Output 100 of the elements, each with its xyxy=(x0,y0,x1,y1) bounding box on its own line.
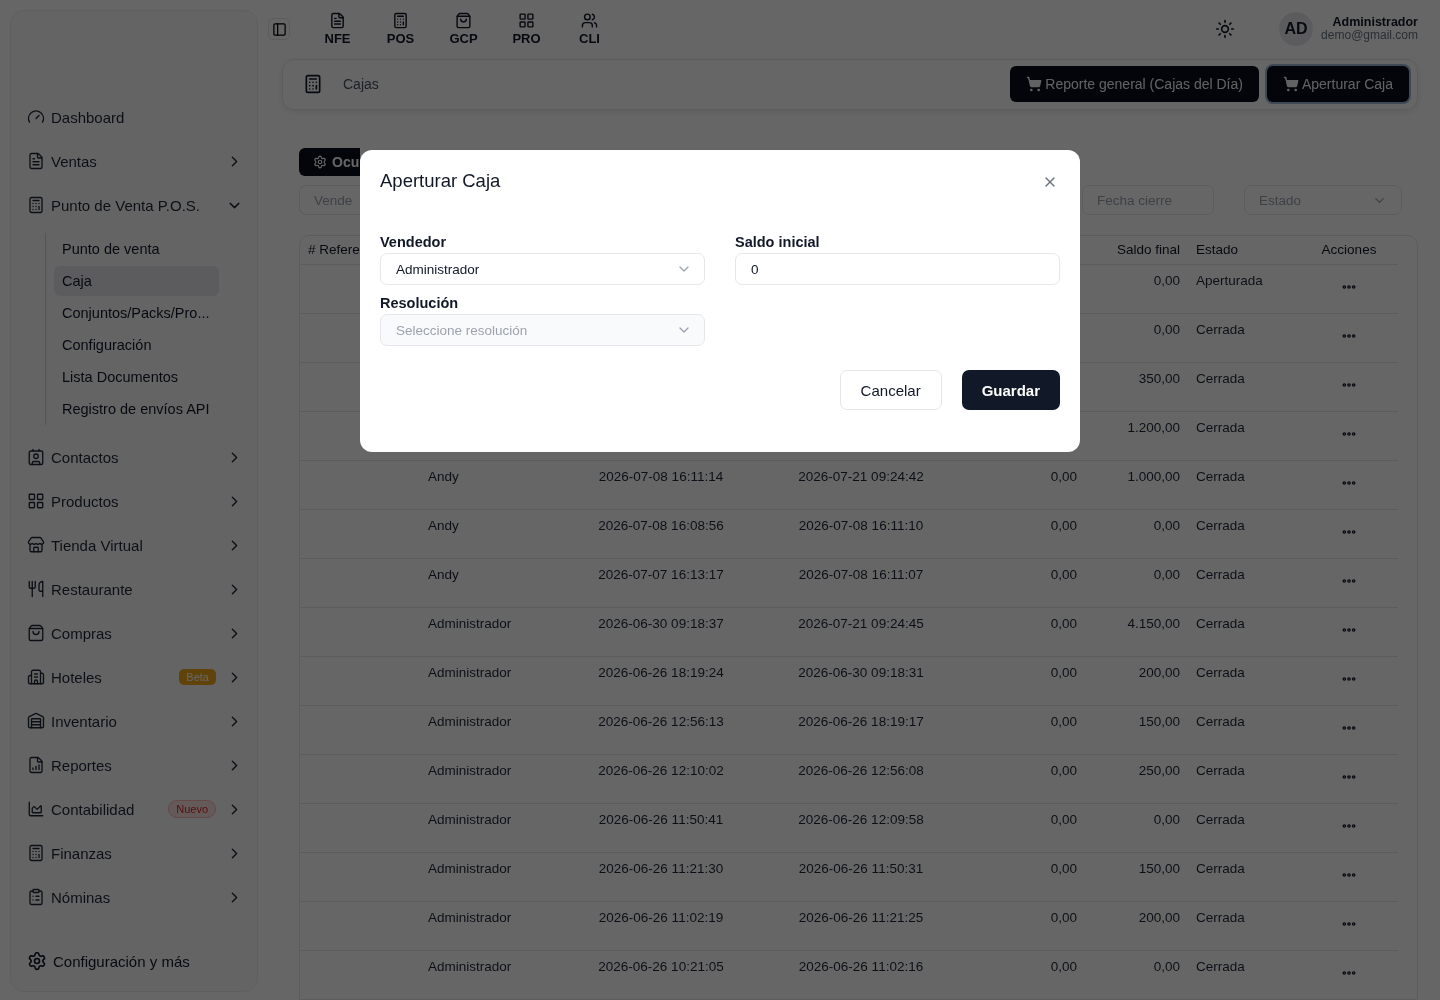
table-cell: 2026-06-26 11:21:25 xyxy=(762,901,960,950)
table-cell: 350,00 xyxy=(1085,362,1188,411)
table-cell: 2026-06-26 11:21:30 xyxy=(560,852,762,901)
filter-toggle-button[interactable]: Ocu xyxy=(299,148,360,176)
sidebar-toggle-button[interactable] xyxy=(268,18,290,41)
field-label: Vendedor xyxy=(380,234,448,250)
table-cell: Cerrada xyxy=(1188,509,1300,558)
table-cell: 0,00 xyxy=(960,558,1085,607)
sidebar-item[interactable]: Inventario xyxy=(27,699,243,743)
sidebar-item[interactable]: Contactos xyxy=(27,435,243,479)
table-cell: Andy xyxy=(420,509,560,558)
grid-icon xyxy=(27,492,45,510)
user-email: demo@gmail.com xyxy=(1321,29,1418,43)
table-cell: 1.000,00 xyxy=(1085,460,1188,509)
table-cell: Administrador xyxy=(420,705,560,754)
table-cell: 0,00 xyxy=(1085,558,1188,607)
table-cell: 0,00 xyxy=(1085,509,1188,558)
table-cell: 2026-07-07 16:13:17 xyxy=(560,558,762,607)
table-cell: Cerrada xyxy=(1188,607,1300,656)
select-field[interactable]: Administrador xyxy=(380,253,705,285)
field-label: Saldo inicial xyxy=(735,234,821,250)
column-header: # Refere xyxy=(308,242,360,257)
user-name: Administrador xyxy=(1332,16,1418,30)
grid-icon xyxy=(518,12,535,30)
field-label: Resolución xyxy=(380,295,460,311)
table-cell: Administrador xyxy=(420,852,560,901)
sidebar-item[interactable]: Hoteles Beta xyxy=(27,655,243,699)
table-cell: 0,00 xyxy=(960,754,1085,803)
table-cell: 2026-07-08 16:11:10 xyxy=(762,509,960,558)
settings-link[interactable]: Configuración y más xyxy=(11,951,257,991)
calculator-icon xyxy=(27,844,45,862)
table-cell: 200,00 xyxy=(1085,901,1188,950)
sidebar-item[interactable]: Contabilidad Nuevo xyxy=(27,787,243,831)
table-cell: 250,00 xyxy=(1085,754,1188,803)
document-icon xyxy=(27,152,45,170)
save-button[interactable]: Guardar xyxy=(961,370,1060,410)
store-icon xyxy=(27,536,45,554)
table-cell: 0,00 xyxy=(960,950,1085,999)
cart-icon xyxy=(1026,76,1043,93)
table-cell: 4.150,00 xyxy=(1085,607,1188,656)
table-cell: 2026-06-26 12:56:08 xyxy=(762,754,960,803)
sidebar-item[interactable]: Productos xyxy=(27,479,243,523)
table-cell: 0,00 xyxy=(1085,950,1188,999)
sidebar-item[interactable]: Finanzas xyxy=(27,831,243,875)
table-cell: 2026-06-26 18:19:17 xyxy=(762,705,960,754)
clipboard-icon xyxy=(27,888,45,906)
sidebar-item[interactable]: Punto de Venta P.O.S. xyxy=(27,183,243,227)
avatar[interactable]: AD xyxy=(1279,12,1314,47)
table-cell: 0,00 xyxy=(960,509,1085,558)
sidebar-item[interactable]: Compras xyxy=(27,611,243,655)
table-cell: 2026-07-21 09:24:45 xyxy=(762,607,960,656)
submenu-item[interactable]: Conjuntos/Packs/Pro... xyxy=(54,298,219,328)
action-button[interactable]: Aperturar Caja xyxy=(1266,66,1409,103)
submenu-item[interactable]: Lista Documentos xyxy=(54,362,219,392)
table-cell: Cerrada xyxy=(1188,411,1300,460)
table-cell: 2026-07-08 16:08:56 xyxy=(560,509,762,558)
sidebar-item[interactable]: Tienda Virtual xyxy=(27,523,243,567)
badge: Nuevo xyxy=(168,800,216,818)
table-cell: 200,00 xyxy=(1085,656,1188,705)
table-cell: Administrador xyxy=(420,803,560,852)
panel-icon xyxy=(271,21,287,37)
contact-icon xyxy=(27,448,45,466)
register-icon xyxy=(303,74,323,95)
register-icon xyxy=(392,12,409,30)
table-cell: 0,00 xyxy=(960,460,1085,509)
action-button[interactable]: Reporte general (Cajas del Día) xyxy=(1010,66,1259,103)
sidebar-item[interactable]: Reportes xyxy=(27,743,243,787)
table-cell: Cerrada xyxy=(1188,313,1300,362)
table-cell: 2026-06-26 12:56:13 xyxy=(560,705,762,754)
nav-button[interactable]: GCP xyxy=(432,12,495,47)
warehouse-icon xyxy=(27,712,45,730)
nav-button[interactable]: PRO xyxy=(495,12,558,47)
sidebar-item[interactable]: Ventas xyxy=(27,139,243,183)
nav-button[interactable]: POS xyxy=(369,12,432,47)
column-header: Estado xyxy=(1196,242,1239,257)
bag-icon xyxy=(455,12,472,30)
table-cell: Andy xyxy=(420,460,560,509)
building-icon xyxy=(27,668,45,686)
table-cell: 2026-07-08 16:11:07 xyxy=(762,558,960,607)
bag-icon xyxy=(27,624,45,642)
submenu-item[interactable]: Punto de venta xyxy=(54,234,219,264)
table-cell: 0,00 xyxy=(960,607,1085,656)
nav-button[interactable]: NFE xyxy=(306,12,369,47)
page-title: Cajas xyxy=(343,76,379,93)
sidebar-item[interactable]: Nóminas xyxy=(27,875,243,919)
sun-icon[interactable] xyxy=(1215,19,1236,40)
sidebar-item[interactable]: Dashboard xyxy=(27,95,243,139)
submenu-item[interactable]: Registro de envíos API xyxy=(54,394,219,424)
table-cell: 0,00 xyxy=(960,803,1085,852)
input-field[interactable]: 0 xyxy=(735,253,1060,285)
table-cell: 2026-06-26 11:50:41 xyxy=(560,803,762,852)
table-cell: 2026-06-26 10:21:05 xyxy=(560,950,762,999)
nav-button[interactable]: CLI xyxy=(558,12,621,47)
document-icon xyxy=(329,12,346,30)
submenu-item[interactable]: Configuración xyxy=(54,330,219,360)
submenu-item[interactable]: Caja xyxy=(54,266,219,296)
sidebar-item[interactable]: Restaurante xyxy=(27,567,243,611)
gauge-icon xyxy=(27,108,45,126)
table-cell: Cerrada xyxy=(1188,950,1300,999)
cancel-button[interactable]: Cancelar xyxy=(839,370,942,410)
